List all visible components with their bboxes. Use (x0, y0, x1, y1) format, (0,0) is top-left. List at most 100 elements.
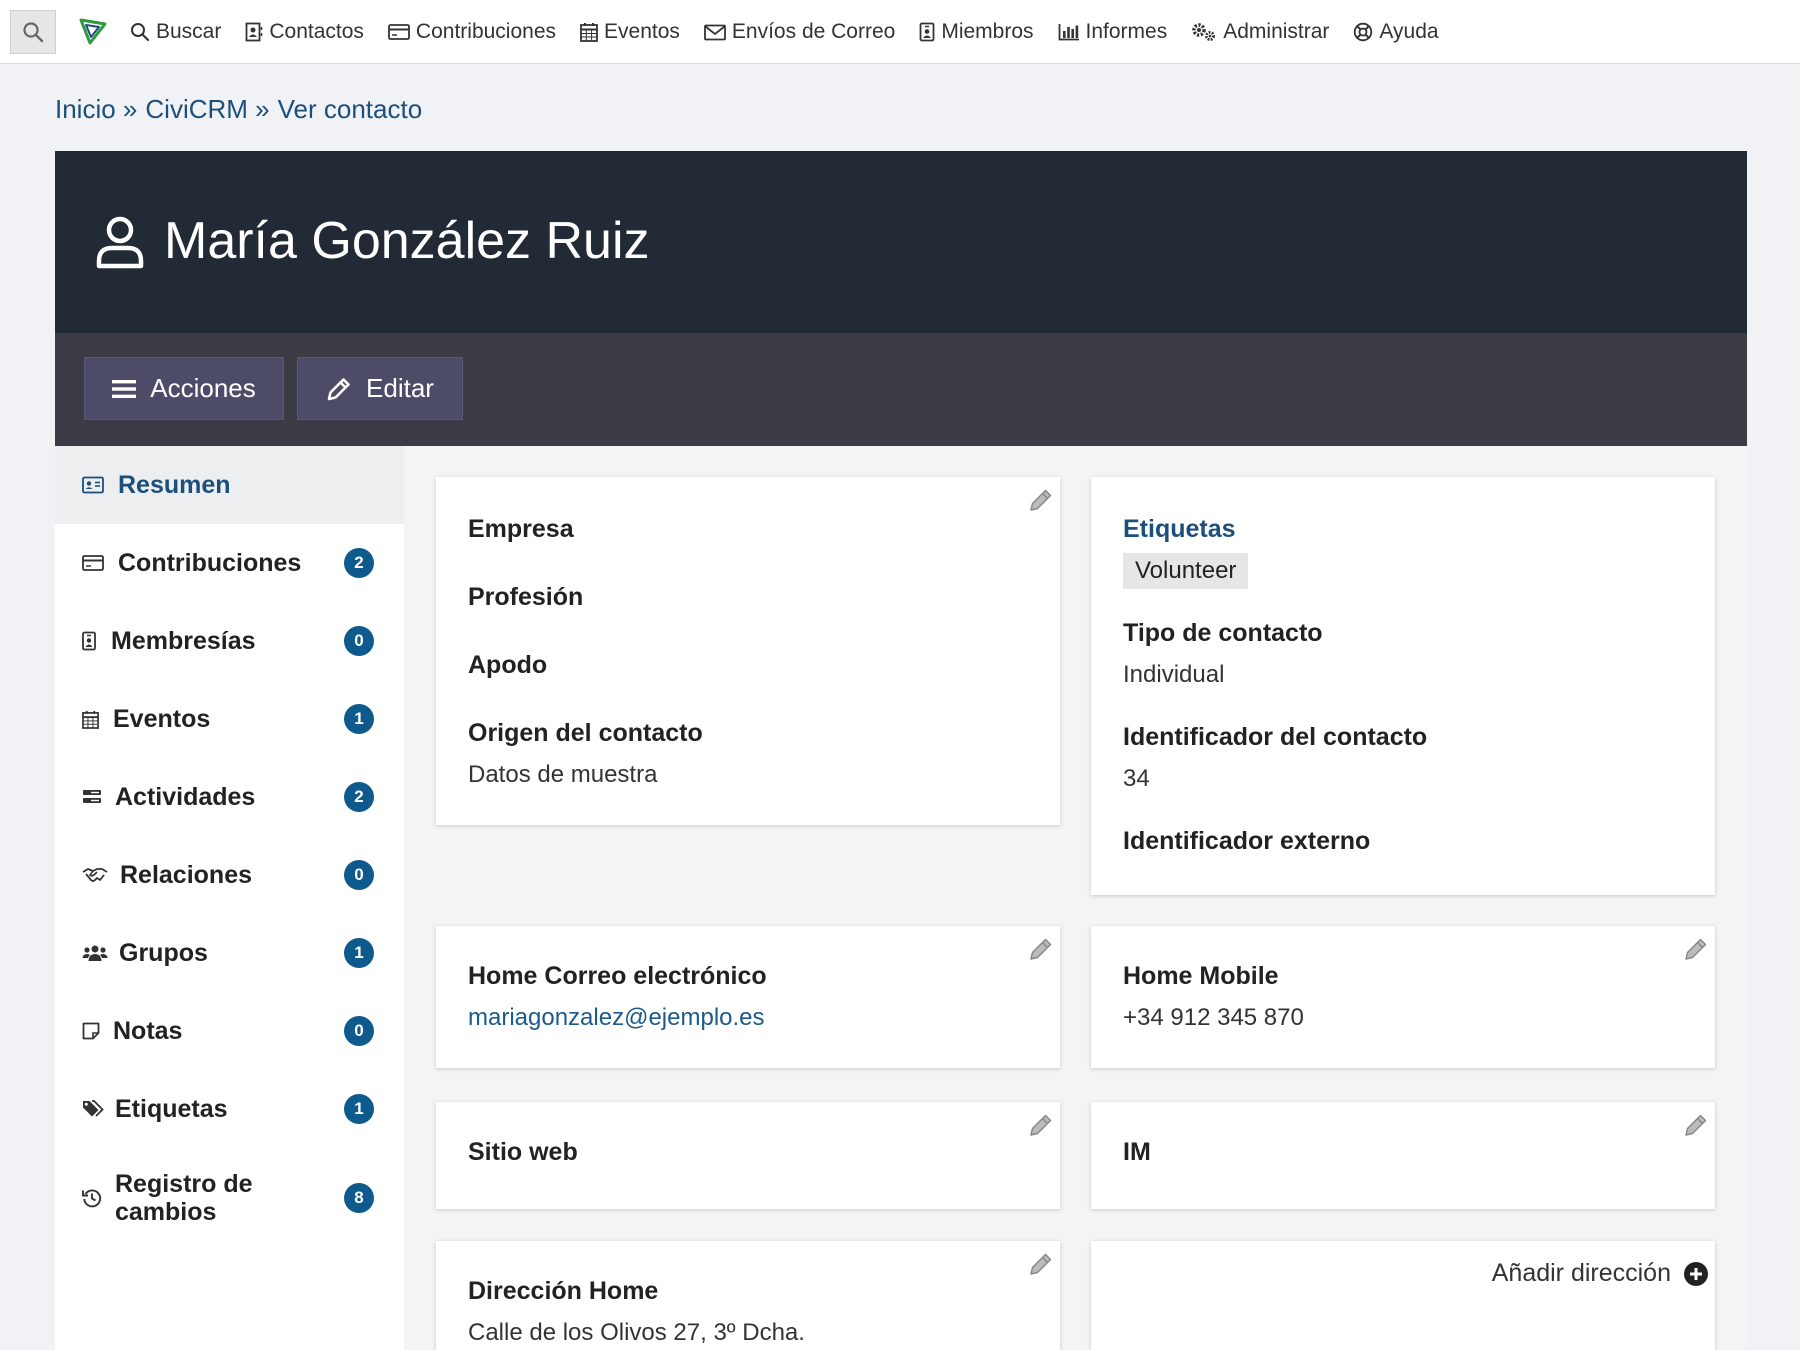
main-menu: Buscar Contactos Contribuciones Eventos … (130, 0, 1439, 64)
id-card-icon (82, 476, 104, 494)
menu-item-contribuciones[interactable]: Contribuciones (388, 20, 556, 44)
credit-card-icon (82, 555, 104, 571)
user-icon (95, 215, 145, 269)
menu-item-label: Buscar (156, 20, 222, 43)
bars-icon (112, 379, 137, 398)
contact-content: Resumen Contribuciones 2 Membresías 0 Ev… (55, 446, 1747, 1350)
add-address-label: Añadir dirección (1491, 1259, 1671, 1287)
count-badge: 1 (344, 704, 374, 734)
empresa-label: Empresa (468, 515, 574, 543)
editar-label: Editar (366, 373, 434, 403)
pencil-icon[interactable] (1028, 487, 1054, 513)
im-card: IM (1091, 1102, 1715, 1209)
menu-item-label: Contribuciones (415, 20, 557, 43)
plus-circle-icon (1684, 1261, 1708, 1286)
phone-value: +34 912 345 870 (1123, 1004, 1304, 1031)
pencil-icon[interactable] (1683, 1112, 1709, 1138)
tab-label: Etiquetas (115, 1094, 228, 1123)
tags-icon (83, 1100, 104, 1117)
tab-actividades[interactable]: Actividades 2 (55, 758, 404, 836)
count-badge: 1 (344, 1094, 374, 1124)
menu-item-informes[interactable]: Informes (1058, 20, 1168, 44)
menu-item-label: Informes (1085, 20, 1168, 43)
users-icon (82, 945, 108, 961)
top-menu-bar: Buscar Contactos Contribuciones Eventos … (0, 0, 1800, 64)
tab-eventos[interactable]: Eventos 1 (55, 680, 404, 758)
envelope-icon (704, 24, 726, 40)
tab-contribuciones[interactable]: Contribuciones 2 (55, 524, 404, 602)
tab-label: Grupos (119, 938, 208, 967)
profesion-label: Profesión (468, 583, 584, 611)
tab-notas[interactable]: Notas 0 (55, 992, 404, 1070)
breadcrumb-civicrm[interactable]: CiviCRM » (145, 94, 269, 124)
credit-card-icon (388, 24, 410, 40)
menu-item-label: Administrar (1223, 20, 1330, 43)
history-icon (82, 1189, 102, 1208)
handshake-icon (82, 868, 108, 882)
pencil-icon[interactable] (1028, 1112, 1054, 1138)
tab-label: Relaciones (120, 860, 253, 889)
count-badge: 0 (344, 1016, 374, 1046)
breadcrumb-ver-contacto[interactable]: Ver contacto (278, 94, 423, 124)
add-address-card: Añadir dirección (1091, 1241, 1715, 1350)
life-ring-icon (1354, 22, 1373, 42)
origen-label: Origen del contacto (468, 719, 703, 747)
etiquetas-label[interactable]: Etiquetas (1123, 515, 1236, 544)
email-link[interactable]: mariagonzalez@ejemplo.es (468, 1004, 765, 1032)
tab-label: Registro de cambios (115, 1170, 253, 1226)
editar-button[interactable]: Editar (297, 357, 463, 420)
menu-item-label: Envíos de Correo (731, 20, 896, 43)
calendar-icon (580, 23, 598, 42)
acciones-label: Acciones (150, 373, 256, 403)
sticky-note-icon (82, 1022, 100, 1040)
id-badge-icon (82, 631, 96, 651)
menu-item-buscar[interactable]: Buscar (130, 20, 221, 44)
action-bar: Acciones Editar (55, 333, 1747, 446)
count-badge: 1 (344, 938, 374, 968)
address-card: Dirección Home Calle de los Olivos 27, 3… (436, 1241, 1060, 1350)
tab-label: Contribuciones (118, 548, 302, 577)
menu-item-contactos[interactable]: Contactos (245, 20, 364, 44)
im-label: IM (1123, 1138, 1151, 1166)
menu-item-label: Contactos (269, 20, 364, 43)
external-id-label: Identificador externo (1123, 827, 1371, 855)
id-badge-icon (919, 22, 935, 42)
add-address-button[interactable]: Añadir dirección (1492, 1259, 1709, 1288)
contact-info-card: Empresa Profesión Apodo Origen del conta… (436, 477, 1060, 825)
email-card: Home Correo electrónico mariagonzalez@ej… (436, 926, 1060, 1068)
tab-resumen[interactable]: Resumen (55, 446, 404, 524)
contact-name: María González Ruiz (164, 212, 650, 270)
count-badge: 0 (344, 860, 374, 890)
tab-registro-de-cambios[interactable]: Registro de cambios 8 (55, 1148, 404, 1248)
pencil-icon[interactable] (1028, 1251, 1054, 1277)
tab-membresias[interactable]: Membresías 0 (55, 602, 404, 680)
menu-item-label: Miembros (941, 20, 1034, 43)
address-label: Dirección Home (468, 1277, 659, 1305)
tab-etiquetas[interactable]: Etiquetas 1 (55, 1070, 404, 1148)
tab-relaciones[interactable]: Relaciones 0 (55, 836, 404, 914)
menu-item-administrar[interactable]: Administrar (1191, 20, 1329, 44)
pencil-icon[interactable] (1028, 936, 1054, 962)
menu-item-miembros[interactable]: Miembros (919, 20, 1034, 44)
search-icon (23, 22, 44, 43)
count-badge: 2 (344, 782, 374, 812)
tasks-icon (83, 790, 101, 803)
acciones-button[interactable]: Acciones (84, 357, 284, 420)
calendar-icon (82, 710, 99, 729)
count-badge: 2 (344, 548, 374, 578)
count-badge: 8 (344, 1183, 374, 1213)
tab-label: Resumen (118, 470, 231, 499)
origen-value: Datos de muestra (468, 761, 658, 788)
breadcrumb-inicio[interactable]: Inicio » (55, 94, 137, 124)
menu-item-eventos[interactable]: Eventos (580, 20, 680, 44)
pencil-icon[interactable] (1683, 936, 1709, 962)
bar-chart-icon (1058, 24, 1079, 41)
tab-grupos[interactable]: Grupos 1 (55, 914, 404, 992)
menu-item-envios-de-correo[interactable]: Envíos de Correo (704, 20, 895, 44)
phone-label: Home Mobile (1123, 962, 1279, 990)
menu-item-ayuda[interactable]: Ayuda (1353, 20, 1439, 44)
gears-icon (1192, 23, 1216, 41)
tipo-contacto-value: Individual (1123, 661, 1225, 688)
civicrm-logo[interactable] (78, 16, 108, 46)
quicksearch-button[interactable] (10, 10, 56, 54)
